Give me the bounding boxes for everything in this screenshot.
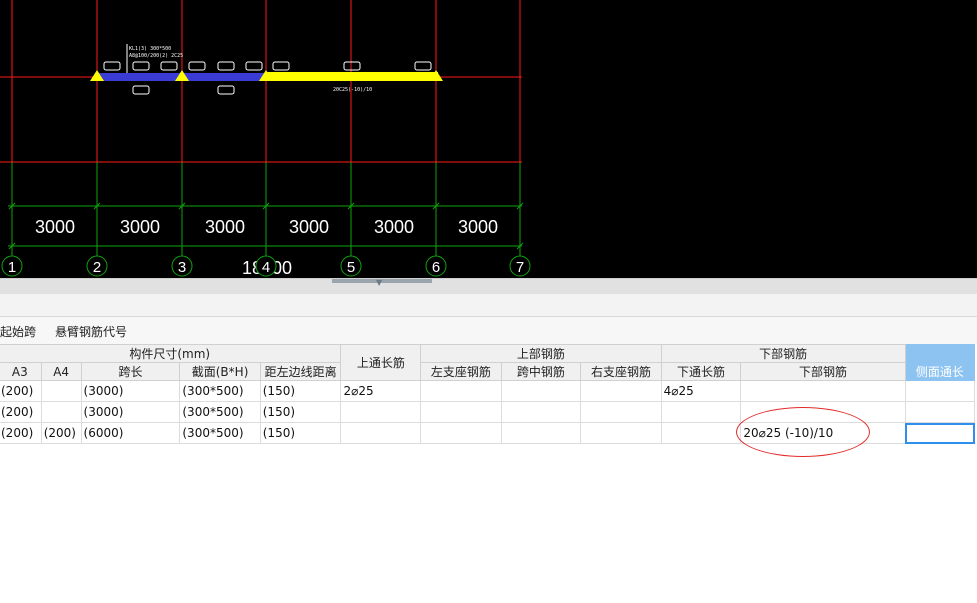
- cell-bottom-rebar[interactable]: [740, 380, 906, 402]
- cell-bottom-through[interactable]: [660, 422, 742, 444]
- cell-mid-span[interactable]: [500, 401, 582, 423]
- beam-span-blue: [183, 73, 266, 81]
- cad-drawing: KL1(3) 300*500 A8@100/200(2) 2C25 20C25(…: [0, 0, 531, 278]
- axis-number: 2: [93, 259, 101, 276]
- panel-header-band: [0, 294, 977, 317]
- green-axis-lines: [8, 162, 524, 256]
- table-row: (200) (3000) (300*500) (150): [0, 401, 976, 423]
- col-header-left-support: 左支座钢筋: [420, 362, 502, 381]
- cell-a4[interactable]: (200): [40, 422, 82, 444]
- cell-left-support[interactable]: [420, 401, 502, 423]
- col-header-right-support: 右支座钢筋: [580, 362, 662, 381]
- beam-annotation-1: KL1(3) 300*500: [129, 46, 171, 52]
- span-dimension-label: 3000: [120, 217, 160, 237]
- col-header-span-length: 跨长: [80, 362, 181, 381]
- axis-number: 4: [262, 259, 270, 276]
- dimensions-group-header: 构件尺寸(mm): [0, 344, 342, 363]
- top-through-header: 上通长筋: [340, 344, 422, 381]
- axis-number: 6: [432, 259, 440, 276]
- cell-top-through[interactable]: 2⌀25: [340, 380, 422, 402]
- cell-mid-span[interactable]: [500, 422, 582, 444]
- rebar-box: [217, 85, 235, 95]
- beam-span-blue: [98, 73, 182, 81]
- rebar-box: [188, 61, 206, 71]
- top-rebar-group-header: 上部钢筋: [420, 344, 662, 363]
- col-header-bottom-rebar: 下部钢筋: [740, 362, 906, 381]
- cell-bottom-through[interactable]: 4⌀25: [660, 380, 742, 402]
- cell-section[interactable]: (300*500): [179, 401, 261, 423]
- span-dimension-label: 3000: [374, 217, 414, 237]
- cell-side-through[interactable]: [904, 380, 976, 402]
- col-header-side-through: 侧面通长: [904, 362, 976, 381]
- cell-span[interactable]: (3000): [80, 401, 181, 423]
- rebar-input-table: 构件尺寸(mm) 上通长筋 上部钢筋 下部钢筋 A3 A4 跨长 截面(B*H)…: [0, 344, 976, 444]
- cell-side-through[interactable]: [904, 401, 976, 423]
- beam-span-yellow: [266, 72, 438, 81]
- cell-right-support[interactable]: [580, 380, 662, 402]
- rebar-box: [414, 61, 432, 71]
- col-header-left-edge-dist: 距左边线距离: [259, 362, 342, 381]
- cell-bottom-through[interactable]: [660, 401, 742, 423]
- panel-splitter[interactable]: ▼: [0, 278, 977, 295]
- cell-side-through-selected[interactable]: [904, 422, 976, 444]
- cell-bottom-rebar[interactable]: [740, 401, 906, 423]
- axis-number: 7: [516, 259, 524, 276]
- table-row: (200) (200) (6000) (300*500) (150) 20⌀25…: [0, 422, 976, 444]
- cell-section[interactable]: (300*500): [179, 380, 261, 402]
- rebar-box: [103, 61, 121, 71]
- col-header-mid-span: 跨中钢筋: [500, 362, 582, 381]
- rebar-box: [343, 61, 361, 71]
- cell-mid-span[interactable]: [500, 380, 582, 402]
- axis-number: 5: [347, 259, 355, 276]
- cad-drawing-canvas[interactable]: KL1(3) 300*500 A8@100/200(2) 2C25 20C25(…: [0, 0, 977, 278]
- table-toolbar: 换起始跨 悬臂钢筋代号: [0, 317, 977, 344]
- cell-span[interactable]: (3000): [80, 380, 181, 402]
- axis-number: 3: [178, 259, 186, 276]
- col-header-section: 截面(B*H): [179, 362, 261, 381]
- side-through-group-header: [904, 344, 976, 363]
- rebar-box: [132, 61, 150, 71]
- cell-top-through[interactable]: [340, 401, 422, 423]
- span-dimension-label: 3000: [458, 217, 498, 237]
- cell-dist[interactable]: (150): [259, 422, 342, 444]
- rebar-box: [272, 61, 290, 71]
- cantilever-code-button[interactable]: 悬臂钢筋代号: [55, 323, 127, 340]
- beam[interactable]: [90, 70, 443, 81]
- cell-top-through[interactable]: [340, 422, 422, 444]
- cell-dist[interactable]: (150): [259, 380, 342, 402]
- beam-annotation-right: 20C25(-10)/10: [333, 87, 372, 93]
- span-dimension-label: 3000: [35, 217, 75, 237]
- cell-span[interactable]: (6000): [80, 422, 181, 444]
- cell-a3[interactable]: (200): [0, 380, 42, 402]
- cell-a4[interactable]: [40, 380, 82, 402]
- beam-annotation-2: A8@100/200(2) 2C25: [129, 53, 183, 59]
- col-header-bottom-through: 下通长筋: [660, 362, 742, 381]
- switch-start-span-button[interactable]: 换起始跨: [0, 323, 36, 340]
- span-dimension-label: 3000: [289, 217, 329, 237]
- cell-left-support[interactable]: [420, 422, 502, 444]
- cell-bottom-rebar[interactable]: 20⌀25 (-10)/10: [740, 422, 906, 444]
- cell-left-support[interactable]: [420, 380, 502, 402]
- col-header-a4: A4: [40, 362, 82, 381]
- table-row: (200) (3000) (300*500) (150) 2⌀25 4⌀25: [0, 380, 976, 402]
- axis-number: 1: [8, 259, 16, 276]
- cell-section[interactable]: (300*500): [179, 422, 261, 444]
- bottom-rebar-group-header: 下部钢筋: [660, 344, 906, 363]
- rebar-box: [245, 61, 263, 71]
- col-header-a3: A3: [0, 362, 42, 381]
- rebar-box: [217, 61, 235, 71]
- rebar-box: [160, 61, 178, 71]
- cell-right-support[interactable]: [580, 401, 662, 423]
- rebar-box: [132, 85, 150, 95]
- collapse-arrow-icon[interactable]: ▼: [376, 279, 382, 287]
- cell-a3[interactable]: (200): [0, 422, 42, 444]
- span-dimension-label: 3000: [205, 217, 245, 237]
- cell-right-support[interactable]: [580, 422, 662, 444]
- cell-dist[interactable]: (150): [259, 401, 342, 423]
- cell-a4[interactable]: [40, 401, 82, 423]
- cell-a3[interactable]: (200): [0, 401, 42, 423]
